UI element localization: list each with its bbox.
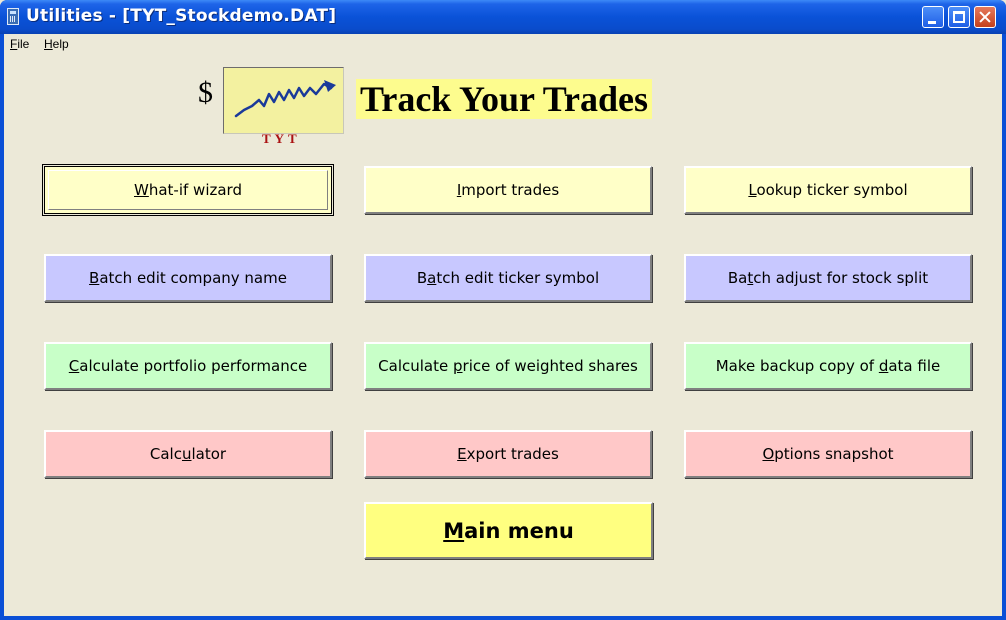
button-label: Lookup ticker symbol [748, 181, 908, 199]
maximize-button[interactable] [948, 6, 970, 28]
calculate-weighted-price-button[interactable]: Calculate price of weighted shares [364, 342, 652, 390]
button-label: Batch edit ticker symbol [416, 269, 600, 287]
button-label: Batch adjust for stock split [727, 269, 929, 287]
minimize-button[interactable] [922, 6, 944, 28]
button-label: Calculate portfolio performance [68, 357, 308, 375]
button-label: Make backup copy of data file [715, 357, 941, 375]
close-button[interactable] [974, 6, 996, 28]
button-label: Import trades [456, 181, 560, 199]
main-menu-label: Main menu [443, 518, 574, 543]
menu-bar: File Help [4, 34, 1002, 54]
app-icon[interactable] [7, 8, 19, 25]
button-label: What-if wizard [134, 181, 242, 199]
batch-edit-company-name-button[interactable]: Batch edit company name [44, 254, 332, 302]
options-snapshot-button[interactable]: Options snapshot [684, 430, 972, 478]
lookup-ticker-symbol-button[interactable]: Lookup ticker symbol [684, 166, 972, 214]
menu-file[interactable]: File [10, 37, 29, 51]
title-bar[interactable]: Utilities - [TYT_Stockdemo.DAT] [0, 0, 1006, 34]
client-area: File Help $ TYT Track Your Trades What-i… [4, 34, 1002, 616]
button-label: Calculator [149, 445, 227, 463]
dollar-icon: $ [198, 76, 213, 109]
window-title: Utilities - [TYT_Stockdemo.DAT] [26, 6, 337, 26]
menu-help[interactable]: Help [44, 37, 69, 51]
logo-chart-icon [223, 67, 344, 134]
calculator-button[interactable]: Calculator [44, 430, 332, 478]
button-label: Options snapshot [762, 445, 894, 463]
import-trades-button[interactable]: Import trades [364, 166, 652, 214]
backup-data-file-button[interactable]: Make backup copy of data file [684, 342, 972, 390]
export-trades-button[interactable]: Export trades [364, 430, 652, 478]
batch-adjust-stock-split-button[interactable]: Batch adjust for stock split [684, 254, 972, 302]
calculate-portfolio-performance-button[interactable]: Calculate portfolio performance [44, 342, 332, 390]
what-if-wizard-button[interactable]: What-if wizard [42, 164, 334, 216]
trend-arrow-icon [234, 80, 336, 118]
brand-title: Track Your Trades [356, 79, 653, 119]
button-label: Batch edit company name [89, 269, 287, 287]
focus-ring [48, 170, 328, 210]
main-menu-button[interactable]: Main menu [364, 502, 653, 559]
button-label: Calculate price of weighted shares [378, 357, 638, 375]
app-window: Utilities - [TYT_Stockdemo.DAT] File Hel… [0, 0, 1006, 620]
button-label: Export trades [457, 445, 559, 463]
batch-edit-ticker-symbol-button[interactable]: Batch edit ticker symbol [364, 254, 652, 302]
logo-caption: TYT [262, 131, 301, 146]
